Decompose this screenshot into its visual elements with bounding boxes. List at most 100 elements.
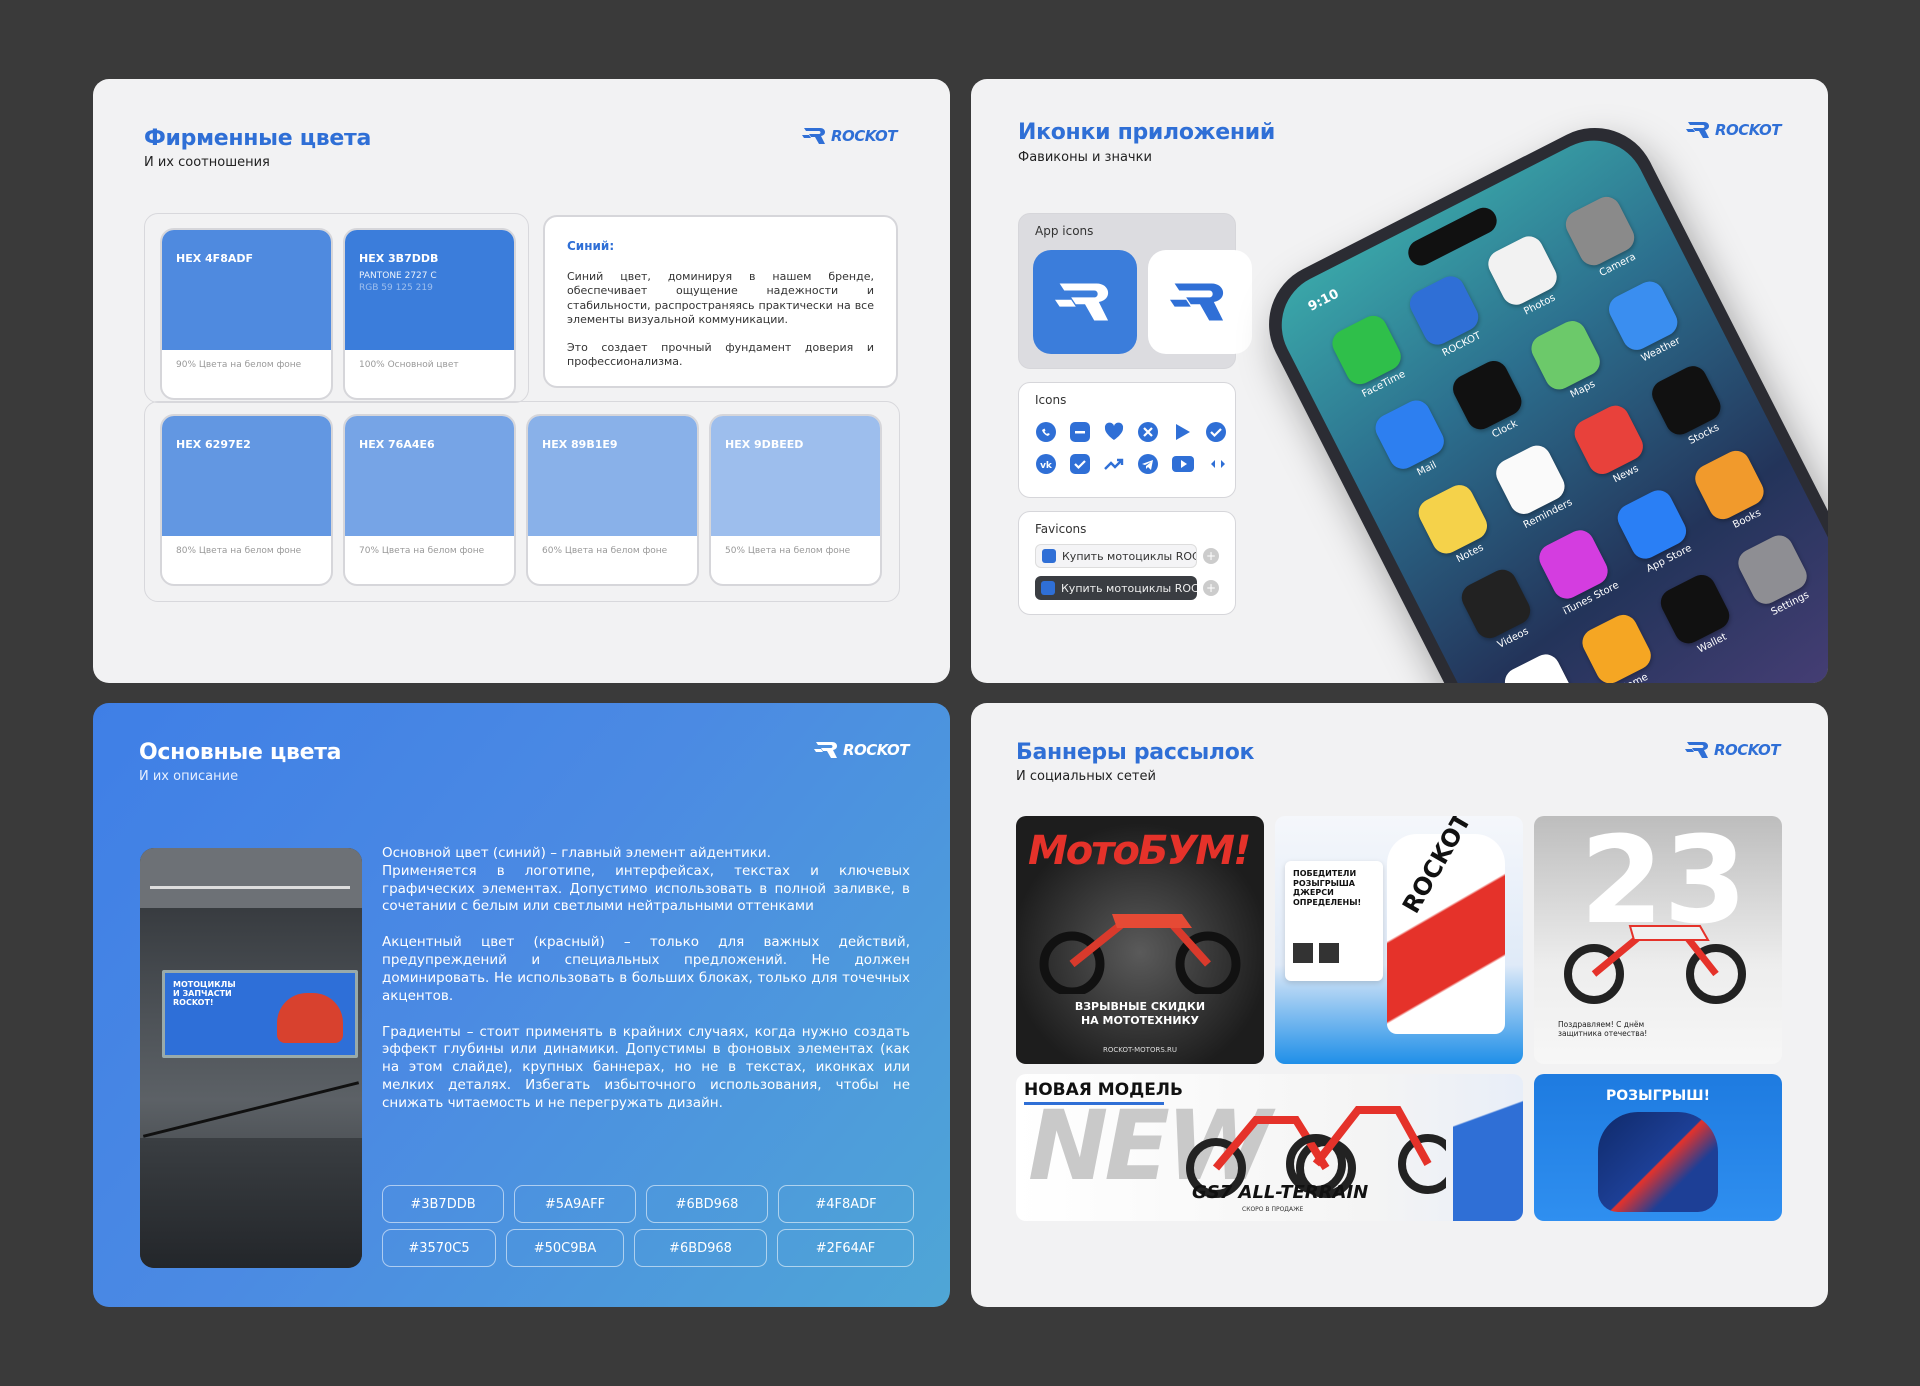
slide-app-icons: Иконки приложений Фавиконы и значки ROCK… [971,79,1828,683]
color-card[interactable]: HEX 89B1E9 60% Цвета на белом фоне [526,414,699,586]
slide-main-colors: Основные цвета И их описание ROCKOT МОТО… [93,703,950,1307]
favicons-panel: Favicons Купить мотоциклы ROCKOT × + Куп… [1018,511,1236,615]
slide-subtitle: И их описание [139,769,239,784]
color-card[interactable]: HEX 4F8ADF 90% Цвета на белом фоне [160,228,333,400]
hex-label: HEX 89B1E9 [542,438,618,451]
icons-panel: Icons vk [1018,382,1236,498]
banner-site: ROCKOT-MOTORS.RU [1103,1046,1177,1054]
slide-subtitle: И социальных сетей [1016,769,1156,784]
slide-title: Основные цвета [139,740,342,765]
mail-app-icon [1370,395,1449,474]
color-swatch: HEX 3B7DDB PANTONE 2727 C RGB 59 125 219 [345,230,514,350]
svg-text:vk: vk [1040,461,1053,471]
billboard: МОТОЦИКЛЫ И ЗАПЧАСТИ ROCKOT! [162,970,358,1058]
gear-image [1598,1112,1718,1212]
color-chip[interactable]: #6BD968 [646,1185,768,1223]
banner-text: ВЗРЫВНЫЕ СКИДКИ [1074,1000,1206,1013]
browser-tab-light[interactable]: Купить мотоциклы ROCKOT × [1035,544,1197,568]
banner-new-model[interactable]: НОВАЯ МОДЕЛЬ NEW GS7 ALL-TERRAIN СКОРО В… [1016,1074,1523,1221]
color-card[interactable]: HEX 3B7DDB PANTONE 2727 C RGB 59 125 219… [343,228,516,400]
rockot-logo: ROCKOT [1685,741,1780,759]
panel-label: Favicons [1035,522,1087,536]
minus-icon[interactable] [1069,419,1091,445]
logo-text: ROCKOT [843,741,909,759]
rockot-logo-icon [1170,283,1224,321]
color-chip[interactable]: #3570C5 [382,1229,496,1267]
youtube-icon[interactable] [1171,451,1195,477]
vk-icon[interactable]: vk [1035,451,1057,477]
add-tab-icon[interactable]: + [1203,548,1219,564]
rockot-logo: ROCKOT [814,741,909,759]
paragraph: Основной цвет (синий) – главный элемент … [382,845,771,861]
slide-title: Баннеры рассылок [1016,740,1255,765]
add-tab-icon[interactable]: + [1203,580,1219,596]
whatsapp-icon[interactable] [1035,419,1057,445]
color-chip[interactable]: #2F64AF [777,1229,914,1267]
tab-title: Купить мотоциклы ROCKOT [1062,549,1196,563]
check-circle-icon[interactable] [1205,419,1227,445]
rockot-logo: ROCKOT [1686,121,1781,139]
close-circle-icon[interactable] [1137,419,1159,445]
color-card[interactable]: HEX 9DBEED 50% Цвета на белом фоне [709,414,882,586]
jersey-text: ROCKOT [1397,816,1477,918]
hex-label: HEX 3B7DDB [359,252,439,265]
browser-tab-dark[interactable]: Купить мотоциклы ROCKOT × [1035,576,1197,600]
app-icon-blue[interactable] [1033,250,1137,354]
color-swatch: HEX 9DBEED [711,416,880,536]
rockot-logo-icon [814,742,838,758]
telegram-icon[interactable] [1137,451,1159,477]
heart-icon[interactable] [1103,419,1125,445]
color-chip[interactable]: #5A9AFF [514,1185,636,1223]
motorcycle-image [1039,914,1241,994]
ratio-caption: 50% Цвета на белом фоне [725,546,851,556]
app-icon-white[interactable] [1148,250,1252,354]
status-time: 9:10 [1305,286,1342,315]
phone-screen: 9:10 FaceTime ROCKOT Photos Camera Mail Clock… [1263,122,1828,683]
panel-label: Icons [1035,393,1067,407]
rgb-label: RGB 59 125 219 [359,283,433,293]
banner-giveaway-winners[interactable]: ПОБЕДИТЕЛИ РОЗЫГРЫША ДЖЕРСИ ОПРЕДЕЛЕНЫ! … [1275,816,1523,1064]
slide-brand-colors: Фирменные цвета И их соотношения ROCKOT … [93,79,950,683]
color-description: Синий: Синий цвет, доминируя в нашем бре… [543,215,898,388]
ratio-caption: 100% Основной цвет [359,360,459,370]
slide-subtitle: Фавиконы и значки [1018,150,1152,165]
color-card[interactable]: HEX 6297E2 80% Цвета на белом фоне [160,414,333,586]
rockot-logo-icon [802,128,826,144]
banner-text: Поздравляем! С днём защитника отечества! [1558,1020,1648,1038]
rockot-logo: ROCKOT [802,127,897,145]
billboard-photo: МОТОЦИКЛЫ И ЗАПЧАСТИ ROCKOT! [140,848,362,1268]
color-swatch: HEX 76A4E6 [345,416,514,536]
ratio-caption: 60% Цвета на белом фоне [542,546,668,556]
panel-label: App icons [1035,224,1094,238]
banner-soon: СКОРО В ПРОДАЖЕ [1242,1206,1304,1213]
slide-title: Иконки приложений [1018,120,1275,145]
color-card[interactable]: HEX 76A4E6 70% Цвета на белом фоне [343,414,516,586]
phone-mockup: 9:10 FaceTime ROCKOT Photos Camera Mail Clock… [1247,106,1828,683]
app-grid: FaceTime ROCKOT Photos Camera Mail Clock Maps W… [1314,185,1828,683]
banner-title: МотоБУМ! [1028,828,1251,874]
billboard-text: МОТОЦИКЛЫ И ЗАПЧАСТИ ROCKOT! [173,980,236,1007]
jersey-image: ROCKOT [1387,816,1505,1034]
paragraph: Акцентный цвет (красный) – только для ва… [382,934,910,1004]
logo-text: ROCKOT [1714,741,1780,759]
banner-feb23[interactable]: 23 Поздравляем! С днём защитника отечест… [1534,816,1782,1064]
ratio-caption: 80% Цвета на белом фоне [176,546,302,556]
banner-text: НА МОТОТЕХНИКУ [1080,1014,1200,1027]
color-chip[interactable]: #50C9BA [506,1229,624,1267]
color-chip[interactable]: #3B7DDB [382,1185,504,1223]
color-chip[interactable]: #6BD968 [634,1229,767,1267]
banner-giveaway[interactable]: РОЗЫГРЫШ! [1534,1074,1782,1221]
color-chip[interactable]: #4F8ADF [778,1185,914,1223]
checkbox-icon[interactable] [1069,451,1091,477]
play-icon[interactable] [1171,419,1193,445]
trend-up-icon[interactable] [1103,451,1125,477]
arrows-icon[interactable] [1207,451,1229,477]
hex-label: HEX 76A4E6 [359,438,435,451]
hex-label: HEX 6297E2 [176,438,251,451]
info-card: ПОБЕДИТЕЛИ РОЗЫГРЫША ДЖЕРСИ ОПРЕДЕЛЕНЫ! [1285,861,1383,981]
slide-title: Фирменные цвета [144,126,372,151]
health-app-icon [1499,649,1578,683]
banner-model: GS7 ALL-TERRAIN [1192,1182,1369,1203]
banner-motoboom[interactable]: МотоБУМ! ВЗРЫВНЫЕ СКИДКИ НА МОТОТЕХНИКУ … [1016,816,1264,1064]
favicon-icon [1042,549,1056,563]
